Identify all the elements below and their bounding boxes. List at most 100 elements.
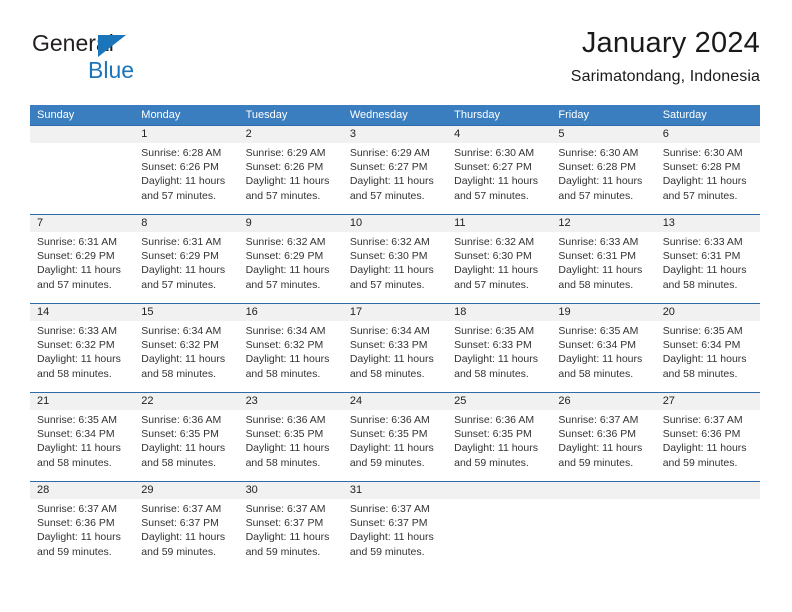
day-number[interactable]: 16 [239,304,343,321]
day-number[interactable]: 2 [239,126,343,143]
day-cell[interactable]: Sunrise: 6:32 AM Sunset: 6:30 PM Dayligh… [447,232,551,303]
daylight-text-line1: Daylight: 11 hours [349,353,434,366]
day-number[interactable]: 11 [447,215,551,232]
day-cell[interactable]: Sunrise: 6:37 AM Sunset: 6:37 PM Dayligh… [343,499,447,570]
day-cell[interactable] [656,499,760,570]
day-cell[interactable]: Sunrise: 6:35 AM Sunset: 6:33 PM Dayligh… [447,321,551,392]
day-number[interactable] [447,482,551,499]
day-cell[interactable]: Sunrise: 6:36 AM Sunset: 6:35 PM Dayligh… [343,410,447,481]
sunrise-text: Sunrise: 6:36 AM [245,414,326,426]
day-number[interactable]: 24 [343,393,447,410]
day-cell[interactable]: Sunrise: 6:33 AM Sunset: 6:31 PM Dayligh… [656,232,760,303]
day-cell[interactable] [551,499,655,570]
daylight-text-line1: Daylight: 11 hours [454,264,538,277]
day-number[interactable]: 27 [656,393,760,410]
day-number[interactable]: 28 [30,482,134,499]
general-blue-logo[interactable]: General Blue [30,30,180,88]
day-cell[interactable]: Sunrise: 6:37 AM Sunset: 6:37 PM Dayligh… [134,499,238,570]
day-number[interactable] [656,482,760,499]
day-number[interactable]: 29 [134,482,238,499]
daylight-text-line2: and 58 minutes. [662,278,738,291]
daylight-text-line1: Daylight: 11 hours [245,531,330,544]
sunrise-text: Sunrise: 6:33 AM [558,236,639,248]
week-detail-band: Sunrise: 6:35 AM Sunset: 6:34 PM Dayligh… [30,410,760,481]
day-number[interactable]: 5 [551,126,655,143]
day-cell[interactable]: Sunrise: 6:29 AM Sunset: 6:27 PM Dayligh… [343,143,447,214]
day-number[interactable]: 21 [30,393,134,410]
day-number[interactable]: 20 [656,304,760,321]
sunset-text: Sunset: 6:36 PM [558,428,637,441]
day-number[interactable]: 7 [30,215,134,232]
day-cell[interactable]: Sunrise: 6:31 AM Sunset: 6:29 PM Dayligh… [30,232,134,303]
day-number[interactable] [551,482,655,499]
day-cell[interactable] [447,499,551,570]
day-number[interactable]: 22 [134,393,238,410]
day-cell[interactable]: Sunrise: 6:30 AM Sunset: 6:28 PM Dayligh… [656,143,760,214]
daylight-text-line2: and 58 minutes. [349,367,425,380]
day-cell[interactable]: Sunrise: 6:35 AM Sunset: 6:34 PM Dayligh… [551,321,655,392]
day-number[interactable]: 14 [30,304,134,321]
day-cell[interactable]: Sunrise: 6:37 AM Sunset: 6:36 PM Dayligh… [551,410,655,481]
day-number[interactable]: 4 [447,126,551,143]
day-number[interactable]: 30 [239,482,343,499]
week-detail-band: Sunrise: 6:31 AM Sunset: 6:29 PM Dayligh… [30,232,760,303]
day-cell[interactable]: Sunrise: 6:34 AM Sunset: 6:33 PM Dayligh… [343,321,447,392]
day-cell[interactable]: Sunrise: 6:37 AM Sunset: 6:36 PM Dayligh… [30,499,134,570]
day-number[interactable]: 13 [656,215,760,232]
sunset-text: Sunset: 6:28 PM [662,161,741,174]
day-cell[interactable]: Sunrise: 6:35 AM Sunset: 6:34 PM Dayligh… [30,410,134,481]
sunrise-text: Sunrise: 6:30 AM [558,147,639,159]
day-cell[interactable]: Sunrise: 6:35 AM Sunset: 6:34 PM Dayligh… [656,321,760,392]
day-number[interactable]: 18 [447,304,551,321]
day-cell[interactable]: Sunrise: 6:32 AM Sunset: 6:29 PM Dayligh… [239,232,343,303]
sunrise-text: Sunrise: 6:31 AM [37,236,117,248]
daylight-text-line2: and 58 minutes. [37,367,112,380]
day-cell[interactable]: Sunrise: 6:28 AM Sunset: 6:26 PM Dayligh… [134,143,238,214]
day-cell[interactable]: Sunrise: 6:33 AM Sunset: 6:32 PM Dayligh… [30,321,134,392]
day-number[interactable]: 10 [343,215,447,232]
week-detail-band: Sunrise: 6:33 AM Sunset: 6:32 PM Dayligh… [30,321,760,392]
calendar-page: General Blue January 2024 Sarimatondang,… [0,0,792,612]
day-cell[interactable]: Sunrise: 6:37 AM Sunset: 6:37 PM Dayligh… [239,499,343,570]
daylight-text-line2: and 57 minutes. [37,278,112,291]
day-number[interactable]: 8 [134,215,238,232]
day-number[interactable]: 6 [656,126,760,143]
day-cell[interactable]: Sunrise: 6:30 AM Sunset: 6:27 PM Dayligh… [447,143,551,214]
day-number[interactable] [30,126,134,143]
day-number[interactable]: 1 [134,126,238,143]
sunset-text: Sunset: 6:33 PM [454,339,532,352]
daylight-text-line1: Daylight: 11 hours [141,264,226,277]
day-cell[interactable]: Sunrise: 6:34 AM Sunset: 6:32 PM Dayligh… [239,321,343,392]
day-number[interactable]: 26 [551,393,655,410]
day-cell[interactable]: Sunrise: 6:37 AM Sunset: 6:36 PM Dayligh… [656,410,760,481]
day-cell[interactable]: Sunrise: 6:30 AM Sunset: 6:28 PM Dayligh… [551,143,655,214]
day-number[interactable]: 15 [134,304,238,321]
day-cell[interactable]: Sunrise: 6:33 AM Sunset: 6:31 PM Dayligh… [551,232,655,303]
sunrise-text: Sunrise: 6:34 AM [245,325,326,337]
day-number[interactable]: 31 [343,482,447,499]
daylight-text-line1: Daylight: 11 hours [662,175,747,188]
location-subtitle: Sarimatondang, Indonesia [570,68,760,85]
sunset-text: Sunset: 6:37 PM [141,517,219,530]
day-cell[interactable]: Sunrise: 6:34 AM Sunset: 6:32 PM Dayligh… [134,321,238,392]
daylight-text-line1: Daylight: 11 hours [37,442,121,455]
day-cell[interactable]: Sunrise: 6:29 AM Sunset: 6:26 PM Dayligh… [239,143,343,214]
sunset-text: Sunset: 6:26 PM [245,161,324,174]
day-cell[interactable]: Sunrise: 6:32 AM Sunset: 6:30 PM Dayligh… [343,232,447,303]
day-cell[interactable] [30,143,134,214]
day-number[interactable]: 23 [239,393,343,410]
day-cell[interactable]: Sunrise: 6:36 AM Sunset: 6:35 PM Dayligh… [447,410,551,481]
day-number[interactable]: 12 [551,215,655,232]
day-number[interactable]: 17 [343,304,447,321]
daylight-text-line2: and 57 minutes. [141,189,216,202]
day-number[interactable]: 3 [343,126,447,143]
day-number[interactable]: 9 [239,215,343,232]
day-cell[interactable]: Sunrise: 6:36 AM Sunset: 6:35 PM Dayligh… [239,410,343,481]
sunrise-text: Sunrise: 6:37 AM [662,414,743,426]
day-number[interactable]: 19 [551,304,655,321]
day-cell[interactable]: Sunrise: 6:36 AM Sunset: 6:35 PM Dayligh… [134,410,238,481]
day-number[interactable]: 25 [447,393,551,410]
sunset-text: Sunset: 6:37 PM [349,517,428,530]
daylight-text-line1: Daylight: 11 hours [245,353,330,366]
day-cell[interactable]: Sunrise: 6:31 AM Sunset: 6:29 PM Dayligh… [134,232,238,303]
